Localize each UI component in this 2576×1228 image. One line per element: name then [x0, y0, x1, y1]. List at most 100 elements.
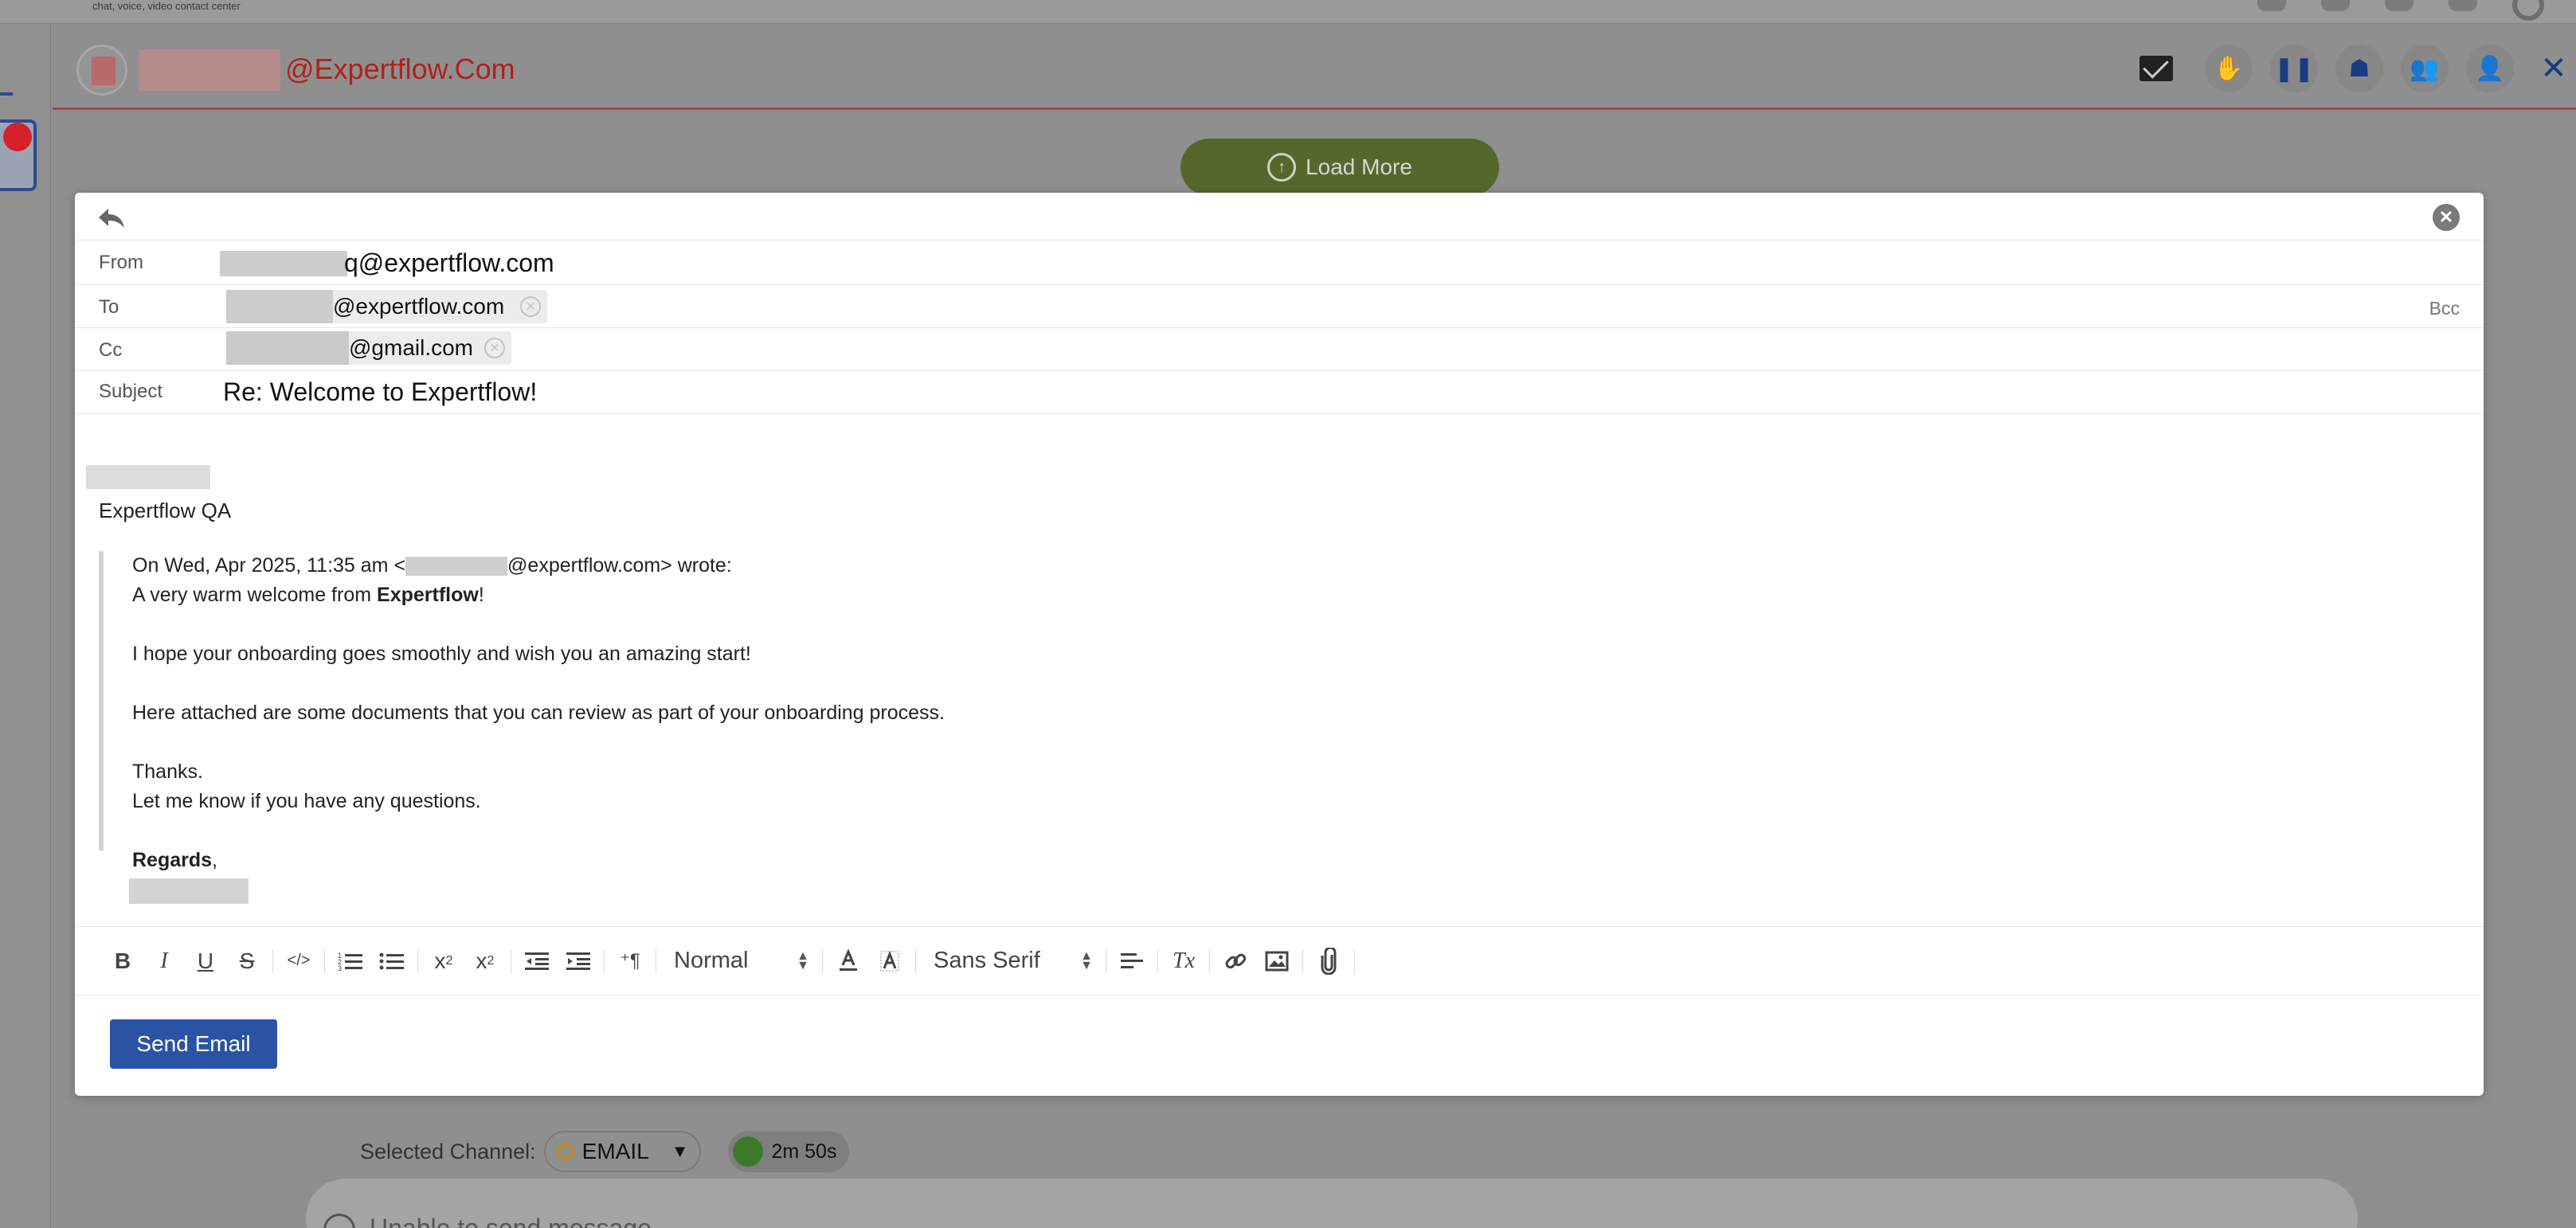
toolbar-divider — [915, 948, 916, 973]
reply-icon[interactable] — [97, 207, 126, 229]
subscript-button[interactable]: x2 — [423, 942, 464, 980]
close-conversation-icon[interactable]: ✕ — [2531, 50, 2576, 87]
message-icon[interactable] — [2385, 0, 2414, 11]
header-actions: ✋ ❚❚ ☗ 👥 👤 ✕ — [2139, 45, 2576, 92]
chat-icon[interactable] — [2257, 0, 2286, 11]
subscript-base: x — [434, 948, 446, 973]
select-arrows-icon: ▲ ▼ — [797, 948, 809, 972]
outdent-button[interactable] — [516, 942, 558, 980]
wrap-up-icon[interactable]: ☗ — [2335, 45, 2383, 92]
customer-email: @Expertflow.Com — [285, 53, 515, 85]
font-family-select[interactable]: Sans Serif ▲ ▼ — [921, 942, 1101, 980]
background-color-icon — [880, 950, 899, 971]
text-direction-button[interactable]: ⁺¶ — [609, 942, 651, 980]
send-email-button[interactable]: Send Email — [110, 1019, 277, 1069]
channel-value: EMAIL — [581, 1139, 649, 1163]
quote-documents: Here attached are some documents that yo… — [132, 702, 945, 724]
quote-thanks: Thanks. — [132, 761, 203, 783]
email-composer-modal: ✕ From q@expertflow.com To @expertflow.c… — [75, 193, 2484, 1096]
add-participant-icon[interactable]: 👤 — [2466, 45, 2514, 92]
ordered-list-icon: 1 2 3 — [338, 952, 362, 972]
italic-button[interactable]: I — [143, 942, 185, 980]
notification-dot — [3, 123, 32, 151]
status-ring-icon[interactable] — [2512, 0, 2544, 21]
toolbar-divider — [272, 948, 273, 973]
emoji-icon[interactable] — [323, 1214, 355, 1228]
formatting-toolbar: B I U S </> 1 2 3 x2 x2 ⁺¶ Normal ▲ ▼ Sa… — [75, 927, 2484, 995]
insert-image-button[interactable] — [1256, 942, 1298, 980]
raise-hand-icon[interactable]: ✋ — [2205, 45, 2253, 92]
modal-top-bar: ✕ — [75, 193, 2484, 241]
ordered-list-button[interactable]: 1 2 3 — [330, 942, 371, 980]
strikethrough-button[interactable]: S — [226, 942, 268, 980]
background-color-button[interactable] — [869, 942, 910, 980]
load-more-label: Load More — [1306, 154, 1412, 179]
insert-link-button[interactable] — [1215, 942, 1256, 980]
bold-button[interactable]: B — [102, 942, 143, 980]
toolbar-divider — [1157, 948, 1158, 973]
avatar — [76, 45, 127, 96]
superscript-base: x — [476, 948, 487, 973]
svg-text:3: 3 — [338, 964, 342, 972]
bell-icon[interactable] — [2449, 0, 2477, 11]
top-bar-icons — [2257, 0, 2544, 21]
welcome-bold: Expertflow — [377, 584, 479, 606]
code-block-button[interactable]: </> — [278, 942, 319, 980]
from-row: From q@expertflow.com — [75, 241, 2484, 285]
quote-regards: Regards, — [132, 846, 1294, 875]
align-left-icon — [1121, 952, 1143, 968]
mail-icon[interactable] — [2139, 56, 2173, 81]
regards-suffix: , — [212, 849, 217, 871]
underline-button[interactable]: U — [185, 942, 226, 980]
quote-welcome: A very warm welcome from Expertflow! — [132, 581, 1294, 610]
superscript-button[interactable]: x2 — [464, 942, 506, 980]
quote-header-prefix: On Wed, Apr 2025, 11:35 am < — [132, 554, 406, 577]
clock-icon — [733, 1136, 764, 1167]
plus-icon[interactable] — [2321, 0, 2350, 11]
pause-icon[interactable]: ❚❚ — [2270, 45, 2318, 92]
channel-select[interactable]: EMAIL ▼ — [543, 1131, 702, 1172]
close-icon[interactable]: ✕ — [2433, 204, 2460, 231]
remove-chip-icon[interactable]: ✕ — [484, 338, 506, 358]
toolbar-divider — [1209, 948, 1210, 973]
clear-format-button[interactable]: Tx — [1163, 942, 1204, 980]
rail-arrow-icon[interactable] — [0, 92, 13, 96]
to-label: To — [99, 296, 119, 318]
subscript-mark: 2 — [445, 953, 453, 968]
indent-icon — [566, 952, 590, 970]
quote-onboarding: I hope your onboarding goes smoothly and… — [132, 643, 751, 665]
remove-chip-icon[interactable]: ✕ — [520, 296, 542, 317]
attachment-button[interactable] — [1308, 942, 1349, 980]
superscript-mark: 2 — [487, 953, 495, 968]
bcc-toggle[interactable]: Bcc — [2429, 298, 2460, 319]
to-recipient-chip[interactable]: @expertflow.com ✕ — [226, 290, 548, 323]
align-button[interactable] — [1111, 942, 1153, 980]
toolbar-divider — [1354, 948, 1355, 973]
image-icon — [1265, 951, 1289, 971]
load-more-button[interactable]: ↑ Load More — [1180, 139, 1499, 196]
quote-header: On Wed, Apr 2025, 11:35 am < @expertflow.… — [132, 551, 1294, 581]
from-field[interactable]: q@expertflow.com — [220, 248, 554, 278]
subject-field[interactable]: Re: Welcome to Expertflow! — [223, 377, 537, 407]
email-body-editor[interactable]: Expertflow QA On Wed, Apr 2025, 11:35 am… — [75, 414, 2484, 927]
indent-button[interactable] — [558, 942, 599, 980]
participants-icon[interactable]: 👥 — [2401, 45, 2449, 92]
app-tagline: chat, voice, video contact center — [92, 0, 241, 12]
toolbar-divider — [1302, 948, 1303, 973]
bullet-list-button[interactable] — [371, 942, 413, 980]
channel-dot-icon — [556, 1143, 574, 1160]
from-value: q@expertflow.com — [344, 248, 554, 277]
font-size-value: Normal — [674, 948, 749, 973]
cc-recipient-chip[interactable]: @gmail.com ✕ — [226, 331, 512, 365]
welcome-suffix: ! — [478, 584, 484, 606]
quoted-message: On Wed, Apr 2025, 11:35 am < @expertflow.… — [99, 551, 1294, 904]
conversation-header: @Expertflow.Com ✋ ❚❚ ☗ 👥 👤 ✕ — [53, 33, 2576, 110]
toolbar-divider — [604, 948, 605, 973]
timer-value: 2m 50s — [771, 1140, 837, 1163]
subject-row: Subject Re: Welcome to Expertflow! — [75, 371, 2484, 414]
message-compose-bar[interactable]: Unable to send message — [306, 1179, 2358, 1228]
text-color-button[interactable] — [828, 942, 869, 980]
font-size-select[interactable]: Normal ▲ ▼ — [661, 942, 817, 980]
redacted-signature-name — [86, 465, 210, 489]
